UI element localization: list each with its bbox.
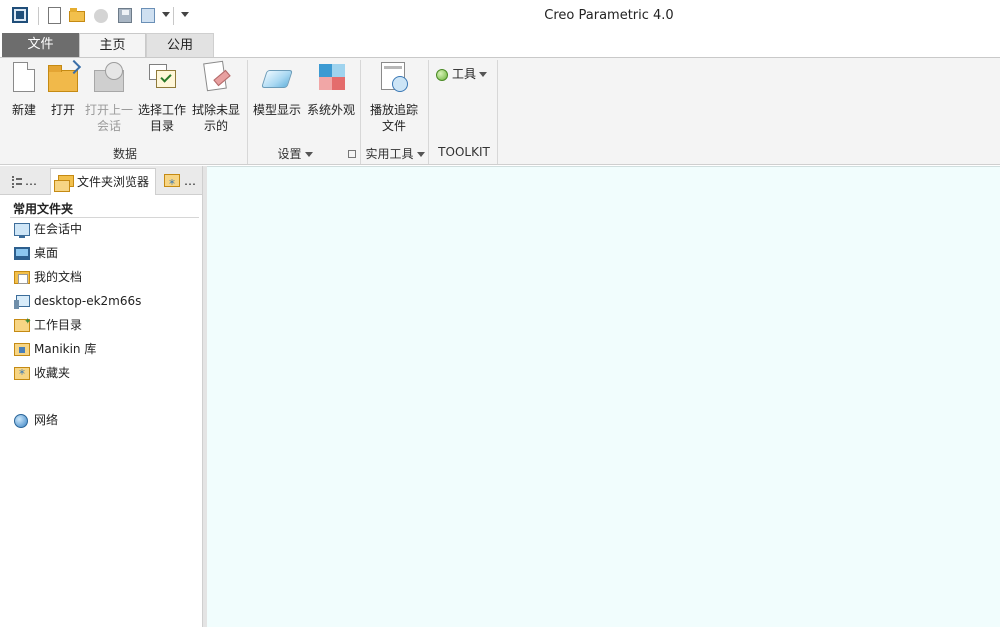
new-label: 新建: [11, 103, 36, 117]
system-appearance-button[interactable]: 系统外观: [306, 62, 356, 118]
utilities-group-text: 实用工具: [365, 147, 414, 161]
settings-group-text: 设置: [277, 147, 302, 161]
model-display-icon: [261, 62, 293, 94]
folder-item-my-documents[interactable]: 我的文档: [14, 268, 82, 288]
erase-icon: [200, 60, 232, 94]
tools-label: 工具: [452, 67, 477, 81]
model-display-button[interactable]: 模型显示: [252, 62, 302, 118]
open-last-session-label: 打开上一 会话: [84, 103, 133, 133]
tab-folder-browser[interactable]: 文件夹浏览器: [50, 168, 156, 195]
folder-item-network[interactable]: 网络: [14, 411, 58, 431]
tools-icon: [436, 68, 448, 81]
working-directory-folder-icon: [14, 313, 32, 332]
tab-favorites-label: …: [184, 174, 196, 188]
group-label-data: 数据: [112, 147, 137, 161]
chevron-down-icon: [479, 72, 488, 77]
folder-item-manikin-library[interactable]: Manikin 库: [14, 340, 96, 360]
open-button[interactable]: 打开: [44, 59, 82, 118]
computer-icon: [14, 295, 30, 309]
manikin-library-icon: [14, 343, 30, 356]
title-bar: Creo Parametric 4.0: [0, 0, 1000, 32]
my-documents-icon: [14, 271, 30, 284]
play-trail-file-label: 播放追踪 文件: [369, 103, 418, 133]
folder-item-desktop[interactable]: 桌面: [14, 244, 58, 264]
select-working-directory-label: 选择工作 目录: [137, 103, 186, 133]
open-folder-icon: [47, 59, 82, 94]
section-divider: [10, 217, 199, 218]
folder-item-label: 网络: [34, 413, 59, 427]
play-trail-icon: [378, 62, 410, 94]
select-working-directory-button[interactable]: 选择工作 目录: [137, 62, 187, 134]
folder-item-label: Manikin 库: [34, 342, 97, 356]
open-label: 打开: [50, 103, 75, 117]
folder-item-label: 我的文档: [34, 270, 83, 284]
common-folders-title: 常用文件夹: [13, 202, 74, 216]
folder-item-label: 桌面: [34, 246, 59, 260]
in-session-icon: [14, 223, 30, 238]
group-separator: [247, 60, 248, 164]
group-separator: [360, 60, 361, 164]
play-trail-file-button[interactable]: 播放追踪 文件: [367, 62, 421, 134]
favorites-folder-icon: [14, 365, 30, 383]
folder-item-label: 工作目录: [34, 318, 83, 332]
group-label-settings[interactable]: 设置: [270, 145, 320, 162]
window-title: Creo Parametric 4.0: [544, 8, 674, 23]
model-display-label: 模型显示: [252, 103, 301, 117]
folder-item-label: 收藏夹: [34, 366, 71, 380]
group-separator: [428, 60, 429, 164]
system-appearance-label: 系统外观: [306, 103, 355, 117]
folder-item-computer[interactable]: desktop-ek2m66s: [14, 292, 141, 312]
folder-item-favorites[interactable]: 收藏夹: [14, 364, 70, 384]
folder-item-label: desktop-ek2m66s: [34, 294, 142, 308]
navigator-panel: … 文件夹浏览器 … 常用文件夹 在会话中 桌面 我的文档 desktop-ek…: [0, 166, 206, 627]
tab-model-tree[interactable]: …: [4, 168, 48, 195]
tab-file[interactable]: 文件: [2, 33, 79, 57]
dialog-launcher-icon[interactable]: [348, 150, 356, 158]
group-label-utilities[interactable]: 实用工具: [362, 145, 428, 162]
tab-common[interactable]: 公用: [146, 33, 214, 57]
chevron-down-icon: [304, 152, 313, 157]
group-separator: [497, 60, 498, 164]
favorites-icon: [164, 171, 180, 197]
chevron-down-icon: [416, 152, 425, 157]
group-label-toolkit: TOOLKIT: [438, 145, 490, 159]
open-last-session-button[interactable]: 打开上一 会话: [84, 62, 134, 134]
erase-not-displayed-button[interactable]: 拭除未显 示的: [191, 60, 241, 134]
tab-folder-browser-label: 文件夹浏览器: [77, 175, 150, 189]
folder-item-in-session[interactable]: 在会话中: [14, 220, 82, 240]
tab-home[interactable]: 主页: [79, 33, 146, 58]
working-directory-icon: [146, 62, 178, 94]
folder-item-label: 在会话中: [34, 222, 83, 236]
ribbon-tab-bar: 文件 主页 公用: [0, 32, 1000, 58]
folder-item-working-directory[interactable]: 工作目录: [14, 313, 83, 336]
tab-favorites[interactable]: …: [158, 168, 202, 197]
last-session-icon: [93, 62, 125, 94]
desktop-icon: [14, 247, 30, 260]
ribbon: 新建 打开 打开上一 会话 选择工作 目录 拭除未显 示的 数据 模型显示 系统…: [0, 57, 1000, 165]
system-appearance-icon: [315, 62, 347, 94]
new-document-icon: [8, 62, 40, 94]
model-tree-icon: [12, 176, 22, 188]
tools-button[interactable]: 工具: [436, 65, 488, 82]
navigator-tabs: … 文件夹浏览器 …: [0, 166, 202, 197]
erase-not-displayed-label: 拭除未显 示的: [191, 103, 240, 133]
network-icon: [14, 414, 28, 428]
graphics-window[interactable]: [207, 166, 1000, 627]
folder-browser-icon: [54, 175, 74, 192]
new-button[interactable]: 新建: [6, 62, 42, 118]
